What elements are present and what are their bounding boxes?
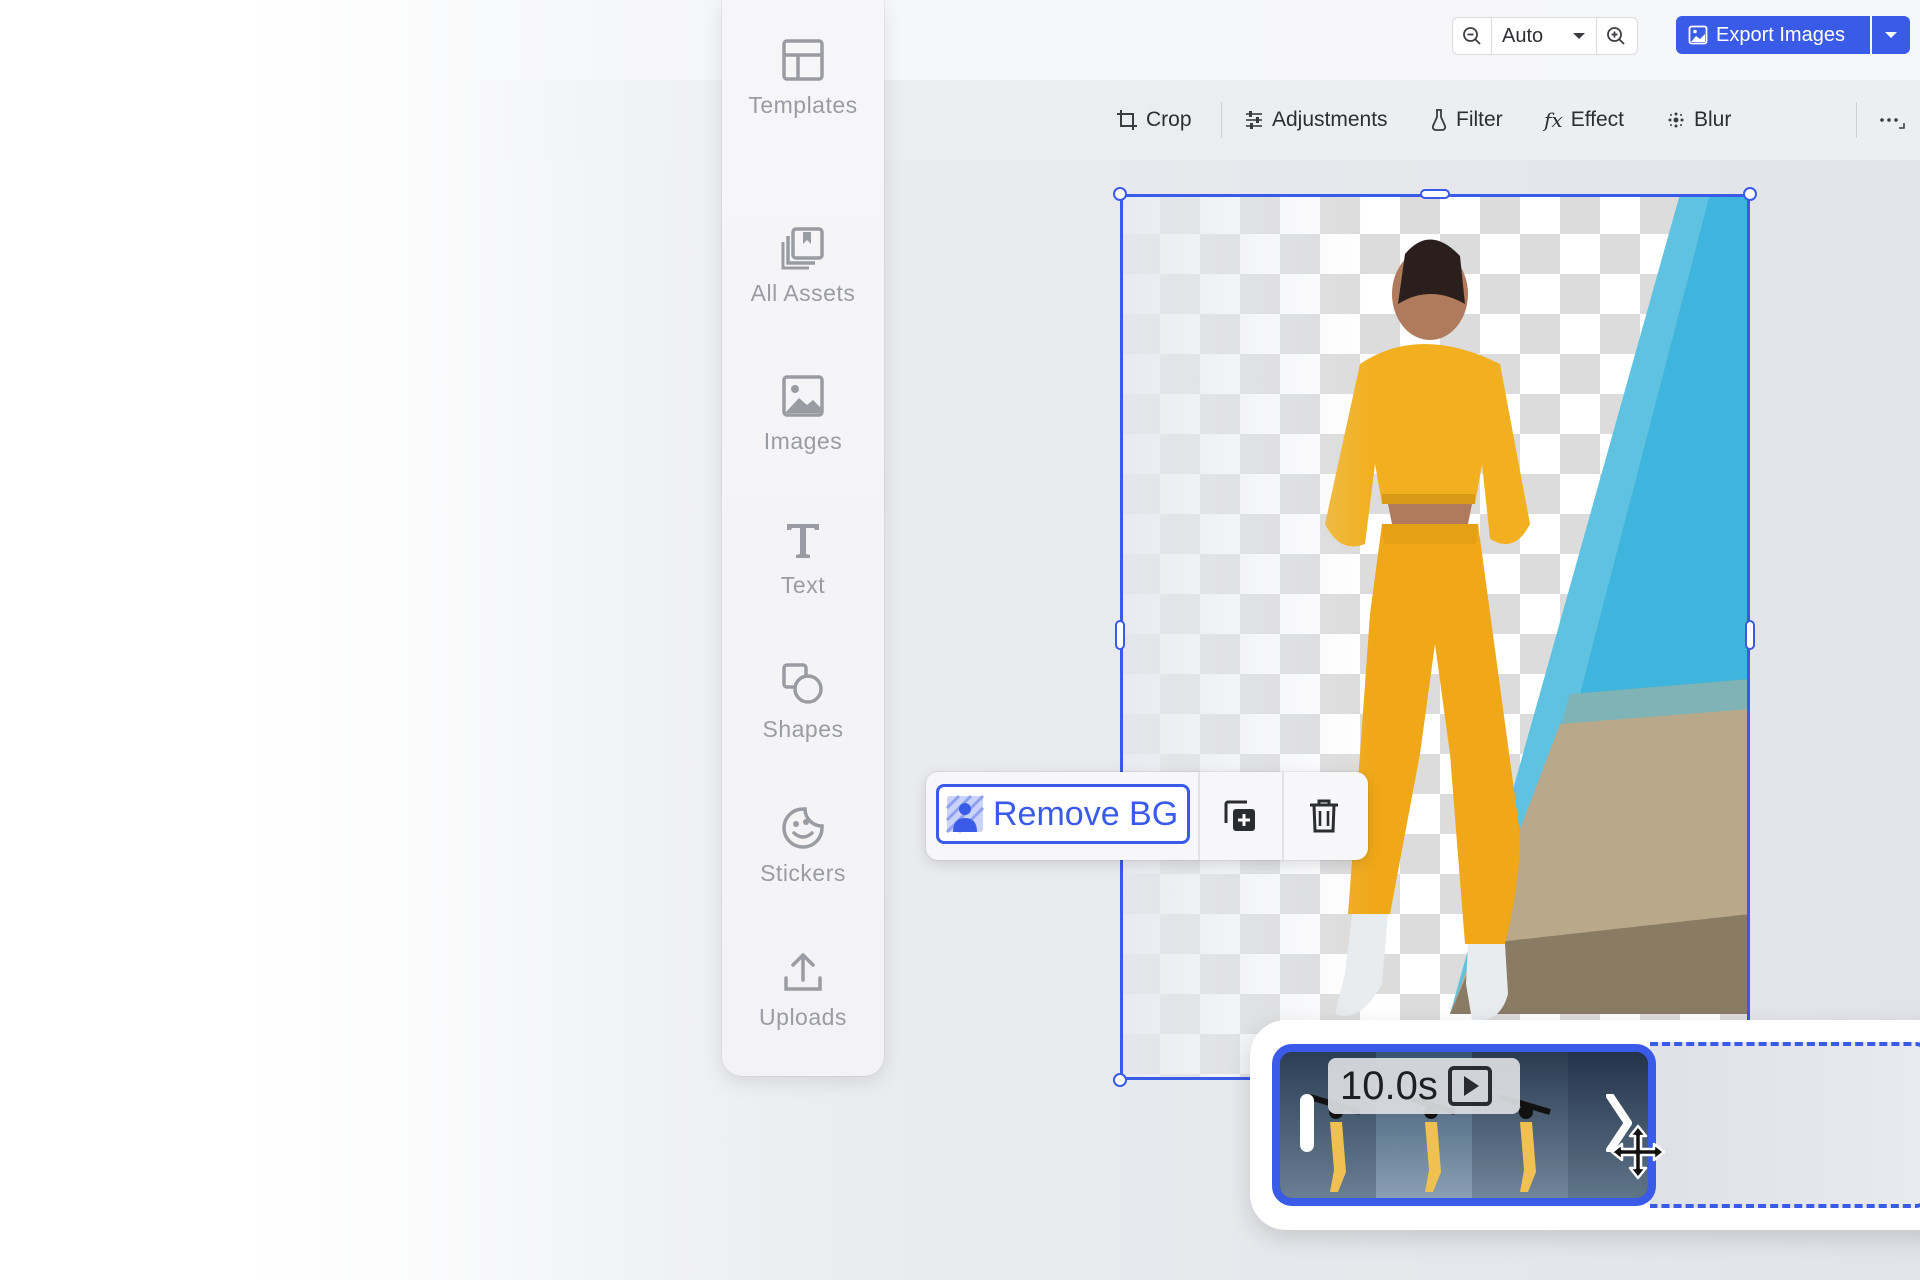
sidebar-item-label: Shapes <box>762 716 844 742</box>
timeline-clip-preview <box>1650 1042 1920 1208</box>
clip-duration-badge: 10.0s <box>1328 1058 1520 1114</box>
left-sidebar: Templates All Assets Images Text Shapes <box>722 0 884 1076</box>
export-options-button[interactable] <box>1872 16 1910 54</box>
more-options-button[interactable] <box>1878 100 1906 140</box>
sidebar-item-all-assets[interactable]: All Assets <box>722 226 884 307</box>
move-cursor-icon <box>1610 1124 1666 1180</box>
filter-tool[interactable]: Filter <box>1430 100 1503 140</box>
resize-handle-left[interactable] <box>1115 620 1125 650</box>
export-label: Export Images <box>1716 23 1845 46</box>
fx-icon: fx <box>1544 108 1563 132</box>
zoom-out-button[interactable] <box>1453 18 1491 54</box>
resize-handle-top-right[interactable] <box>1743 187 1757 201</box>
duplicate-icon <box>1224 800 1255 831</box>
sidebar-item-label: Images <box>763 428 843 454</box>
crop-label: Crop <box>1146 108 1192 131</box>
chevron-down-icon <box>1885 32 1897 38</box>
sidebar-item-label: Templates <box>748 92 858 118</box>
sidebar-item-templates[interactable]: Templates <box>722 38 884 119</box>
resize-handle-top-left[interactable] <box>1113 187 1127 201</box>
sidebar-item-shapes[interactable]: Shapes <box>722 662 884 743</box>
context-divider <box>1198 772 1200 860</box>
play-icon <box>1447 1066 1492 1106</box>
crop-tool[interactable]: Crop <box>1116 100 1192 140</box>
delete-button[interactable] <box>1302 796 1346 836</box>
zoom-control: Auto <box>1452 17 1638 55</box>
sidebar-item-label: Uploads <box>759 1004 847 1030</box>
flask-icon <box>1431 109 1447 131</box>
adjustments-label: Adjustments <box>1272 108 1388 131</box>
adjustments-tool[interactable]: Adjustments <box>1244 100 1388 140</box>
zoom-level-value: Auto <box>1502 24 1544 47</box>
sidebar-item-images[interactable]: Images <box>722 374 884 455</box>
upload-icon <box>784 953 822 991</box>
text-icon <box>787 524 819 558</box>
zoom-level-select[interactable]: Auto <box>1491 18 1597 54</box>
remove-bg-label: Remove BG <box>993 794 1179 833</box>
trim-handle-left[interactable] <box>1300 1094 1314 1152</box>
sidebar-item-label: Stickers <box>760 860 846 886</box>
context-action-bar: Remove BG <box>926 772 1368 860</box>
templates-icon <box>782 39 824 81</box>
resize-handle-top[interactable] <box>1420 189 1450 199</box>
blur-tool[interactable]: Blur <box>1666 100 1731 140</box>
context-divider <box>1282 772 1284 860</box>
blur-icon <box>1668 112 1684 128</box>
clip-duration: 10.0s <box>1340 1063 1438 1108</box>
sidebar-item-label: Text <box>780 572 826 598</box>
selection-box <box>1120 194 1750 1080</box>
zoom-out-icon <box>1463 27 1481 45</box>
shapes-icon <box>782 663 823 704</box>
image-icon <box>782 375 824 417</box>
filter-label: Filter <box>1456 108 1503 131</box>
zoom-in-button[interactable] <box>1597 18 1635 54</box>
export-image-icon <box>1688 25 1708 45</box>
effect-label: Effect <box>1570 108 1624 131</box>
trash-icon <box>1310 799 1338 833</box>
assets-icon <box>781 227 824 270</box>
duplicate-button[interactable] <box>1218 796 1262 836</box>
sliders-icon <box>1246 111 1262 129</box>
sidebar-item-stickers[interactable]: Stickers <box>722 806 884 887</box>
sidebar-item-text[interactable]: Text <box>722 518 884 599</box>
effect-tool[interactable]: fx Effect <box>1544 100 1624 140</box>
sticker-icon <box>782 807 824 849</box>
sidebar-item-uploads[interactable]: Uploads <box>722 950 884 1031</box>
remove-bg-button[interactable]: Remove BG <box>936 784 1190 844</box>
export-images-button[interactable]: Export Images <box>1676 16 1870 54</box>
more-icon <box>1880 118 1905 129</box>
toolbar-divider <box>1856 102 1857 138</box>
sidebar-item-label: All Assets <box>750 280 856 306</box>
resize-handle-right[interactable] <box>1745 620 1755 650</box>
chevron-down-icon <box>1573 33 1585 39</box>
remove-bg-icon <box>945 794 985 834</box>
zoom-in-icon <box>1607 27 1625 45</box>
crop-icon <box>1117 110 1137 130</box>
toolbar-divider <box>1221 102 1222 138</box>
resize-handle-bottom-left[interactable] <box>1113 1073 1127 1087</box>
blur-label: Blur <box>1694 108 1732 131</box>
